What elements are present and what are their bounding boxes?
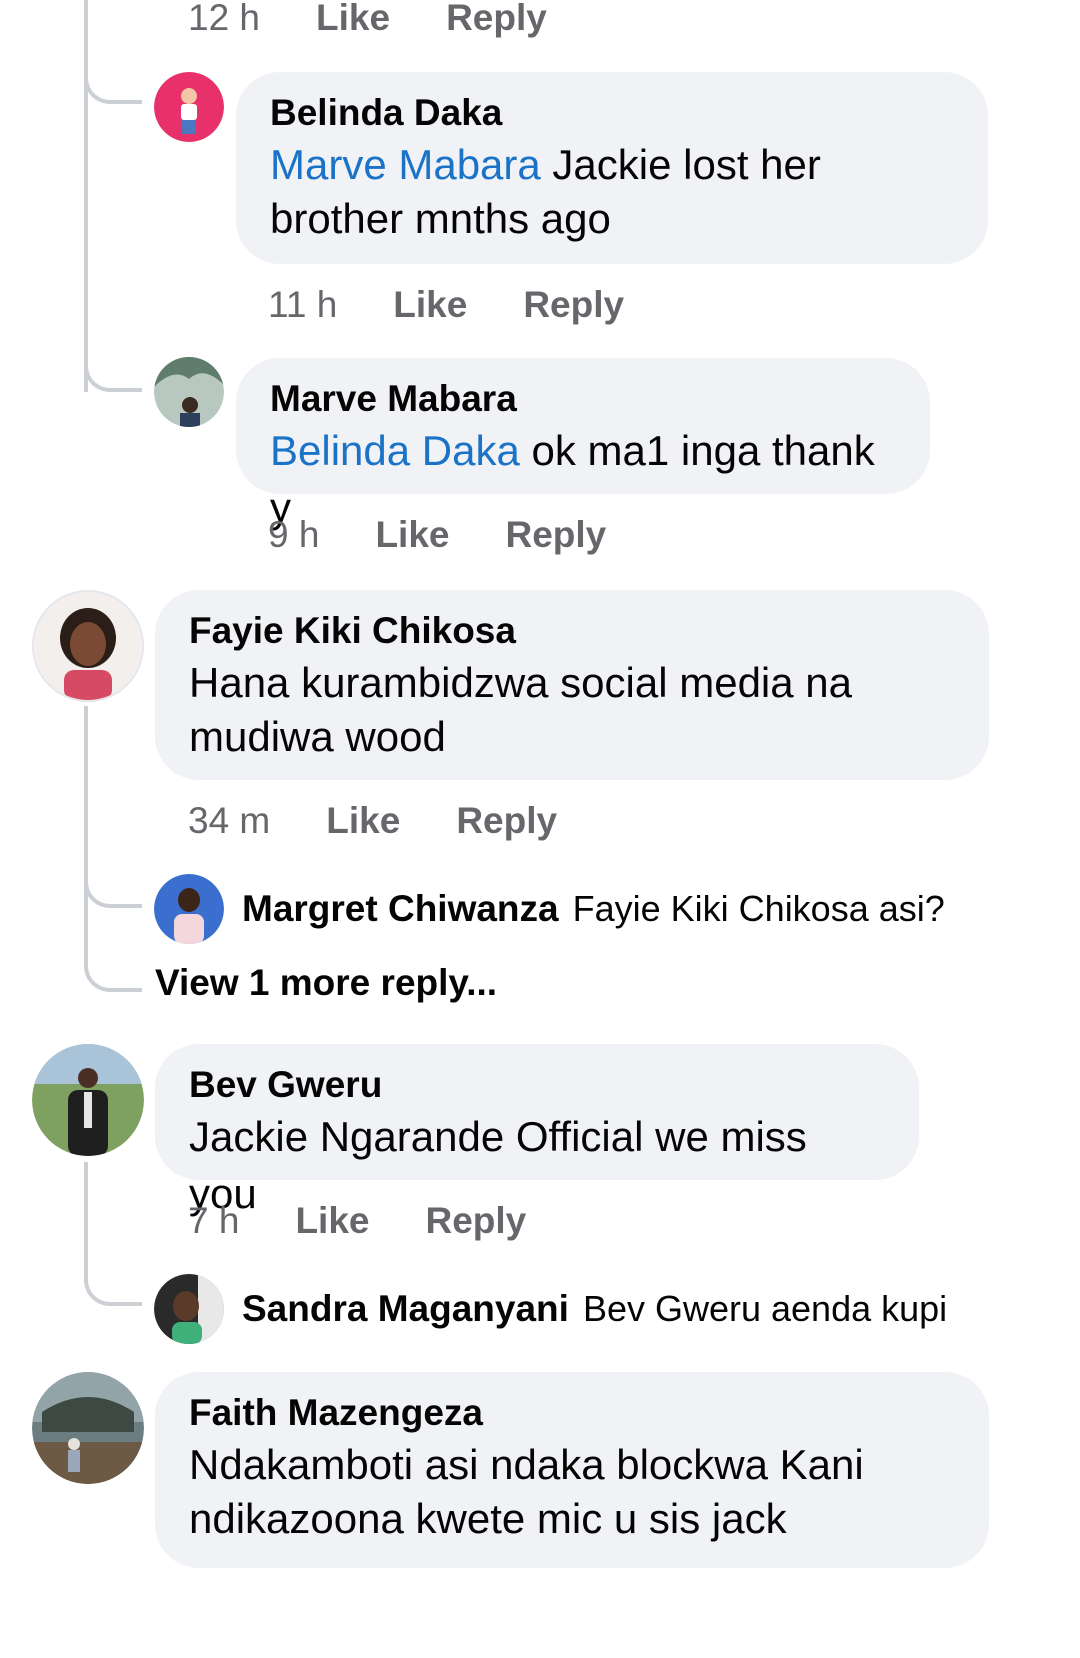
comment-actions: 12 h Like Reply	[188, 0, 603, 39]
like-button[interactable]: Like	[295, 1200, 369, 1242]
avatar[interactable]	[154, 874, 224, 944]
reply-text: Bev Gweru aenda kupi	[582, 1288, 948, 1329]
comment-bubble[interactable]: Bev Gweru Jackie Ngarande Official we mi…	[155, 1044, 919, 1217]
comment-time: 34 m	[188, 800, 271, 841]
avatar[interactable]	[154, 357, 224, 427]
reply-author[interactable]: Margret Chiwanza	[242, 888, 559, 930]
thread-connector	[84, 40, 142, 104]
comment-author[interactable]: Bev Gweru	[189, 1062, 885, 1108]
comment-bubble[interactable]: Fayie Kiki Chikosa Hana kurambidzwa soci…	[155, 590, 989, 780]
avatar[interactable]	[32, 1372, 144, 1484]
reply-button[interactable]: Reply	[505, 514, 606, 556]
like-button[interactable]: Like	[375, 514, 449, 556]
comment-actions: 7 h Like Reply	[188, 1200, 582, 1242]
like-button[interactable]: Like	[393, 284, 467, 326]
comment-author[interactable]: Marve Mabara	[270, 376, 896, 422]
comment-actions: 34 m Like Reply	[188, 800, 613, 842]
reply-preview[interactable]: Margret Chiwanza Fayie Kiki Chikosa asi?	[242, 884, 945, 934]
reply-text: Fayie Kiki Chikosa asi?	[572, 888, 945, 929]
comment-text-line: brother mnths ago	[270, 195, 611, 242]
comment-text: Marve Mabara Jackie lost her	[270, 136, 954, 193]
comment-author[interactable]: Belinda Daka	[270, 90, 954, 136]
comment-bubble[interactable]: Belinda Daka Marve Mabara Jackie lost he…	[236, 72, 988, 264]
comment-text-line: mudiwa wood	[189, 713, 446, 760]
avatar[interactable]	[154, 1274, 224, 1344]
comment-actions: 9 h Like Reply	[268, 514, 662, 556]
like-button[interactable]: Like	[316, 0, 390, 39]
comment-time: 11 h	[268, 284, 338, 325]
thread-connector	[84, 906, 142, 992]
reply-button[interactable]: Reply	[425, 1200, 526, 1242]
avatar[interactable]	[32, 1044, 144, 1156]
comment-text-line: ndikazoona kwete mic u sis jack	[189, 1495, 787, 1542]
comment-text: Hana kurambidzwa social media na	[189, 659, 852, 706]
thread-connector	[84, 330, 142, 392]
thread-connector	[84, 846, 142, 908]
mention-link[interactable]: Marve Mabara	[270, 141, 541, 188]
comment-time: 7 h	[188, 1200, 240, 1241]
mention-link[interactable]: Belinda Daka	[270, 427, 520, 474]
comment-text: Ndakamboti asi ndaka blockwa Kani	[189, 1441, 864, 1488]
comment-time: 9 h	[268, 514, 320, 555]
reply-author[interactable]: Sandra Maganyani	[242, 1288, 569, 1330]
avatar[interactable]	[154, 72, 224, 142]
avatar[interactable]	[32, 590, 144, 702]
comment-time: 12 h	[188, 0, 261, 38]
thread-connector	[84, 1162, 142, 1306]
like-button[interactable]: Like	[326, 800, 400, 842]
comment-author[interactable]: Faith Mazengeza	[189, 1390, 955, 1436]
reply-button[interactable]: Reply	[523, 284, 624, 326]
comment-actions: 11 h Like Reply	[268, 284, 680, 326]
comment-bubble[interactable]: Marve Mabara Belinda Daka ok ma1 inga th…	[236, 358, 930, 531]
reply-preview[interactable]: Sandra Maganyani Bev Gweru aenda kupi	[242, 1284, 947, 1334]
view-more-replies-link[interactable]: View 1 more reply...	[155, 962, 497, 1004]
comment-bubble[interactable]: Faith Mazengeza Ndakamboti asi ndaka blo…	[155, 1372, 989, 1568]
comment-text-part: Jackie lost her	[540, 141, 821, 188]
reply-button[interactable]: Reply	[456, 800, 557, 842]
comment-author[interactable]: Fayie Kiki Chikosa	[189, 608, 955, 654]
reply-button[interactable]: Reply	[446, 0, 547, 39]
